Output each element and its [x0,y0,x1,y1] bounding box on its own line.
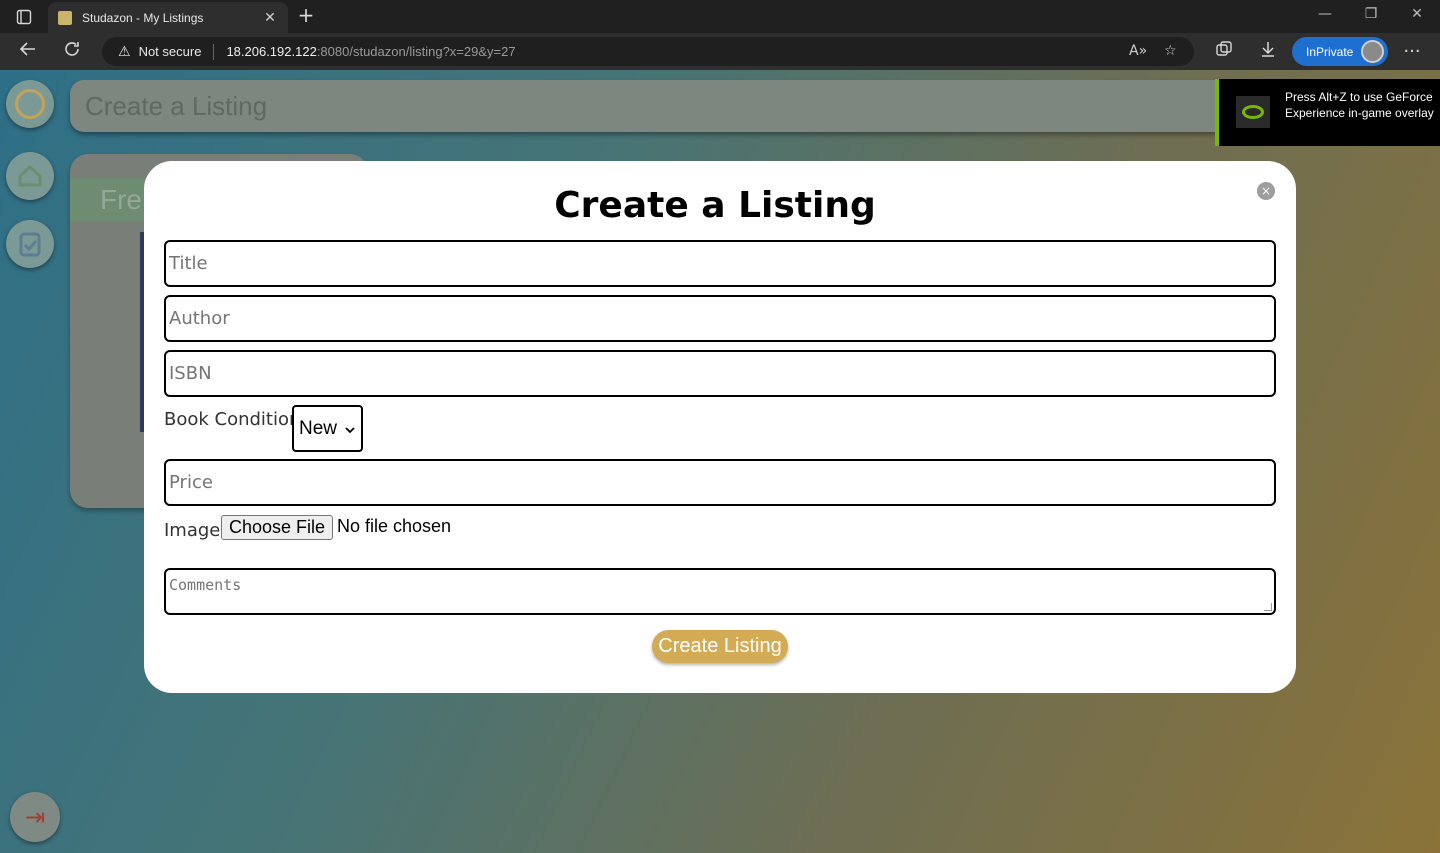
title-input[interactable]: Title [164,240,1276,287]
browser-toolbar: ⚠ Not secure 18.206.192.122 :8080/studaz… [0,33,1440,70]
home-icon [18,164,42,187]
logout-icon: ⇥ [24,803,46,831]
browser-tab-bar: Studazon - My Listings ✕ + — ❐ ✕ [0,0,1440,33]
comments-placeholder: Comments [169,576,242,594]
site-favicon-icon [58,10,72,25]
page-header-title: Create a Listing [85,90,268,121]
geforce-overlay-toast: Press Alt+Z to use GeForce Experience in… [1215,79,1440,146]
home-nav-button[interactable] [6,152,54,200]
create-listing-modal: × Create a Listing Title Author ISBN Boo… [144,161,1296,693]
browser-tab[interactable]: Studazon - My Listings ✕ [48,2,288,33]
url-host: 18.206.192.122 [226,44,317,59]
tab-actions-icon [16,9,32,25]
inprivate-button[interactable]: InPrivate [1292,37,1388,66]
warning-icon: ⚠ [118,43,131,60]
collections-icon[interactable] [1212,40,1236,64]
listings-nav-button[interactable] [6,220,54,268]
nvidia-logo-icon [1236,96,1270,128]
price-input[interactable]: Price [164,459,1276,506]
profile-icon [15,89,45,119]
price-placeholder: Price [169,472,213,493]
back-icon[interactable] [16,40,40,64]
image-label: Image: [164,520,227,541]
isbn-input[interactable]: ISBN [164,350,1276,397]
comments-textarea[interactable]: Comments [164,568,1276,615]
author-input[interactable]: Author [164,295,1276,342]
window-close-button[interactable]: ✕ [1402,6,1432,22]
security-status[interactable]: Not secure [139,44,202,59]
author-placeholder: Author [169,308,230,329]
restore-button[interactable]: ❐ [1356,6,1386,22]
chevron-down-icon [345,427,355,434]
listing-card-label: Fre [100,184,142,215]
condition-select[interactable]: New [292,405,363,452]
new-tab-button[interactable]: + [294,4,318,28]
isbn-placeholder: ISBN [169,363,212,384]
page-background: Create a Listing Fre ⇥ × Create a Listin… [0,70,1440,853]
more-menu-button[interactable]: ··· [1400,40,1424,64]
modal-title: Create a Listing [554,185,876,226]
title-placeholder: Title [169,253,208,274]
url-path: :8080/studazon/listing?x=29&y=27 [316,44,516,59]
address-separator [213,43,215,60]
choose-file-button[interactable]: Choose File [221,515,333,540]
logout-button[interactable]: ⇥ [10,792,60,842]
profile-avatar [1361,40,1384,63]
minimize-button[interactable]: — [1310,6,1340,22]
tab-close-icon[interactable]: ✕ [262,10,278,26]
create-listing-button[interactable]: Create Listing [652,630,788,663]
profile-nav-button[interactable] [6,80,54,128]
refresh-icon[interactable] [60,40,84,64]
condition-value: New [299,417,338,439]
tab-actions-button[interactable] [10,6,38,28]
file-status: No file chosen [337,516,452,536]
page-header: Create a Listing [70,80,1370,132]
condition-label: Book Condition: [164,409,307,430]
address-bar[interactable]: ⚠ Not secure 18.206.192.122 :8080/studaz… [102,37,1194,66]
geforce-overlay-message: Press Alt+Z to use GeForce Experience in… [1285,90,1434,120]
read-aloud-icon[interactable]: A» [1129,37,1147,66]
tab-title: Studazon - My Listings [82,10,204,25]
downloads-icon[interactable] [1256,40,1280,64]
inprivate-label: InPrivate [1306,44,1354,59]
resize-handle[interactable] [1264,603,1272,611]
favorites-add-icon[interactable]: ☆ [1164,37,1177,66]
clipboard-check-icon [19,232,41,257]
